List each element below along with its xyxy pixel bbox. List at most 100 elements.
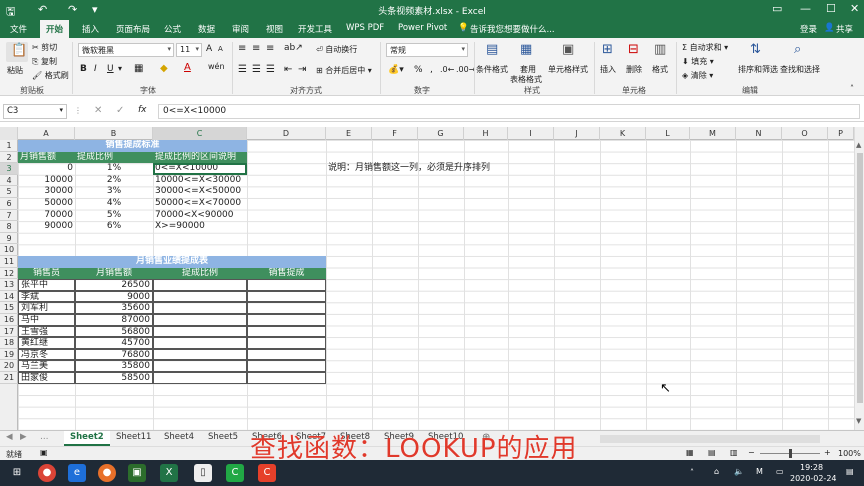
more-sheets-icon[interactable]: …: [40, 432, 49, 442]
increase-indent-icon[interactable]: ⇥: [298, 64, 306, 75]
insert-function-icon[interactable]: fx: [138, 105, 147, 115]
find-select-button[interactable]: ⌕: [790, 42, 812, 62]
recorder-icon[interactable]: C: [258, 464, 276, 482]
table1-rate-cell[interactable]: 5%: [75, 210, 153, 222]
table2-commission-cell[interactable]: [247, 372, 326, 384]
sheet-tab-sheet5[interactable]: Sheet5: [208, 432, 238, 442]
zoom-out-icon[interactable]: −: [748, 448, 755, 457]
table2-commission-cell[interactable]: [247, 360, 326, 372]
table2-name-cell[interactable]: 马兰美: [18, 360, 75, 372]
table2-name-cell[interactable]: 王雪强: [18, 325, 75, 338]
scroll-thumb[interactable]: [857, 153, 863, 403]
row-header[interactable]: 12: [0, 268, 18, 280]
excel-icon[interactable]: X: [160, 464, 178, 482]
align-center-icon[interactable]: ☰: [252, 64, 261, 75]
table2-commission-cell[interactable]: [247, 290, 326, 303]
row-header[interactable]: 13: [0, 279, 18, 291]
format-painter-button[interactable]: 🖌 格式刷: [32, 70, 69, 81]
column-header[interactable]: K: [600, 127, 646, 140]
table2-rate-cell[interactable]: [153, 337, 247, 349]
column-header[interactable]: G: [418, 127, 464, 140]
table1-range-cell[interactable]: 10000<=X<30000: [153, 175, 247, 187]
table1-sales-cell[interactable]: 70000: [18, 210, 75, 222]
align-right-icon[interactable]: ☰: [266, 64, 275, 75]
column-header[interactable]: J: [554, 127, 600, 140]
paste-button[interactable]: 📋: [6, 42, 28, 62]
table1-range-cell[interactable]: X>=90000: [153, 221, 247, 233]
align-top-icon[interactable]: ≡: [238, 43, 246, 54]
column-header[interactable]: O: [782, 127, 828, 140]
table2-header[interactable]: 提成比例: [153, 267, 247, 280]
table2-rate-cell[interactable]: [153, 348, 247, 361]
column-header[interactable]: B: [75, 127, 153, 140]
tell-me-box[interactable]: 告诉我您想要做什么...: [470, 23, 555, 35]
align-bottom-icon[interactable]: ≡: [266, 43, 274, 54]
table2-commission-cell[interactable]: [247, 314, 326, 326]
bold-button[interactable]: B: [80, 64, 87, 74]
table1-sales-cell[interactable]: 90000: [18, 221, 75, 233]
cancel-icon[interactable]: ✕: [94, 105, 102, 116]
column-header[interactable]: N: [736, 127, 782, 140]
table2-header[interactable]: 销售员: [18, 267, 75, 280]
page-break-view-icon[interactable]: ▥: [730, 448, 738, 457]
orientation-icon[interactable]: ab↗: [284, 43, 303, 53]
volume-icon[interactable]: 🔈: [734, 467, 744, 476]
table2-commission-cell[interactable]: [247, 325, 326, 338]
format-cells-button[interactable]: ▥: [650, 42, 672, 62]
cell-styles-button[interactable]: ▣: [558, 42, 580, 62]
table1-title[interactable]: 销售提成标准: [18, 140, 247, 152]
zoom-level[interactable]: 100%: [838, 449, 861, 458]
app-icon[interactable]: ▣: [128, 464, 146, 482]
select-all-corner[interactable]: [0, 127, 18, 140]
table1-range-cell[interactable]: 70000<X<90000: [153, 210, 247, 222]
formula-input[interactable]: 0<=X<10000: [158, 104, 860, 119]
share-button[interactable]: 共享: [836, 23, 853, 35]
row-header[interactable]: 16: [0, 314, 18, 326]
edge-icon[interactable]: e: [68, 464, 86, 482]
row-header[interactable]: 17: [0, 326, 18, 338]
prev-sheet-icon[interactable]: ◀: [6, 432, 13, 442]
table2-rate-cell[interactable]: [153, 372, 247, 384]
table2-commission-cell[interactable]: [247, 348, 326, 361]
table2-title[interactable]: 月销售业绩提成表: [18, 256, 326, 268]
sheet-tab-sheet4[interactable]: Sheet4: [164, 432, 194, 442]
camtasia-icon[interactable]: C: [226, 464, 244, 482]
fill-button[interactable]: ⬇ 填充 ▾: [682, 56, 714, 67]
row-header[interactable]: 3: [0, 163, 18, 175]
align-middle-icon[interactable]: ≡: [252, 43, 260, 54]
font-name-select[interactable]: 微软雅黑 ▾: [78, 43, 174, 57]
table1-rate-cell[interactable]: 3%: [75, 186, 153, 198]
format-as-table-button[interactable]: ▦: [516, 42, 538, 62]
increase-decimal-icon[interactable]: .0←: [440, 65, 454, 74]
conditional-format-button[interactable]: ▤: [482, 42, 504, 62]
table1-header[interactable]: 提成比例的区间说明: [153, 151, 247, 164]
decrease-decimal-icon[interactable]: .00→: [456, 65, 475, 74]
normal-view-icon[interactable]: ▦: [686, 448, 694, 457]
table2-header[interactable]: 月销售额: [75, 267, 153, 280]
maximize-icon[interactable]: ☐: [826, 2, 836, 15]
table2-name-cell[interactable]: 黄红继: [18, 337, 75, 349]
phonetic-icon[interactable]: wén: [208, 62, 225, 71]
table2-rate-cell[interactable]: [153, 314, 247, 326]
underline-button[interactable]: U: [107, 64, 114, 74]
tab-wps-pdf[interactable]: WPS PDF: [346, 23, 384, 33]
table1-rate-cell[interactable]: 2%: [75, 175, 153, 187]
chevron-down-icon[interactable]: ▾: [118, 64, 122, 73]
table1-range-cell[interactable]: 30000<=X<50000: [153, 186, 247, 198]
worksheet-grid[interactable]: 销售提成标准 月销售额 提成比例 提成比例的区间说明 0 1% 0<=X<10000 1000…: [18, 140, 854, 430]
number-format-select[interactable]: 常规 ▾: [386, 43, 468, 57]
column-header[interactable]: F: [372, 127, 418, 140]
tray-arrow-icon[interactable]: ˄: [690, 468, 694, 477]
collapse-ribbon-icon[interactable]: ˄: [850, 84, 854, 93]
percent-button[interactable]: %: [414, 65, 423, 75]
table2-name-cell[interactable]: 张平中: [18, 279, 75, 291]
row-header[interactable]: 5: [0, 186, 18, 198]
tab-power-pivot[interactable]: Power Pivot: [398, 23, 447, 33]
table2-name-cell[interactable]: 冯京冬: [18, 348, 75, 361]
row-header[interactable]: 2: [0, 152, 18, 164]
table2-rate-cell[interactable]: [153, 302, 247, 314]
row-header[interactable]: 20: [0, 360, 18, 372]
tab-view[interactable]: 视图: [266, 23, 283, 35]
enter-icon[interactable]: ✓: [116, 105, 124, 116]
delete-cells-button[interactable]: ⊟: [624, 42, 646, 62]
